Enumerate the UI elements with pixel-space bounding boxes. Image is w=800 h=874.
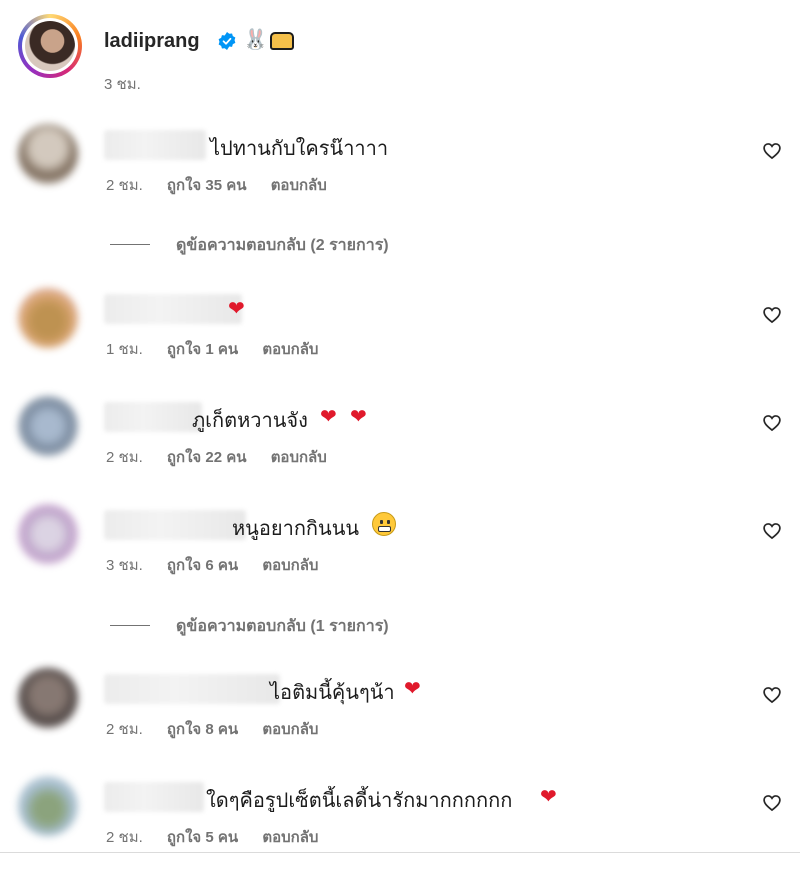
comment-text: ไอติมนี้คุ้นๆน้า [270, 682, 395, 704]
commenter-username-blurred[interactable] [104, 782, 204, 812]
heart-outline-icon[interactable] [762, 305, 782, 325]
comment-item: ใดๆคือรูปเซ็ตนี้เลดี้น่ารักมากกกกกก ❤ 2 … [18, 776, 798, 856]
comment-item: ไอติมนี้คุ้นๆน้า ❤ 2 ชม. ถูกใจ 8 คน ตอบก… [18, 668, 798, 748]
reply-button[interactable]: ตอบกลับ [271, 177, 327, 194]
verified-badge-icon [218, 32, 236, 50]
reply-button[interactable]: ตอบกลับ [262, 341, 318, 358]
comment-meta: 2 ชม. ถูกใจ 8 คน ตอบกลับ [106, 717, 338, 741]
red-heart-emoji-icon: ❤ [228, 298, 245, 320]
comment-item: ❤ 1 ชม. ถูกใจ 1 คน ตอบกลับ [18, 288, 798, 368]
heart-outline-icon[interactable] [762, 685, 782, 705]
reply-button[interactable]: ตอบกลับ [271, 449, 327, 466]
comment-meta: 2 ชม. ถูกใจ 35 คน ตอบกลับ [106, 173, 347, 197]
comment-meta: 1 ชม. ถูกใจ 1 คน ตอบกลับ [106, 337, 338, 361]
comment-text: ใดๆคือรูปเซ็ตนี้เลดี้น่ารักมากกกกกก [206, 790, 513, 812]
commenter-avatar[interactable] [18, 504, 78, 564]
commenter-username-blurred[interactable] [104, 294, 242, 324]
comment-time[interactable]: 3 ชม. [106, 557, 143, 574]
comment-item: หนูอยากกินนน 3 ชม. ถูกใจ 6 คน ตอบกลับ [18, 504, 798, 584]
comment-likes[interactable]: ถูกใจ 6 คน [167, 557, 238, 574]
red-heart-emoji-icon: ❤ [320, 406, 337, 428]
view-replies-label: ดูข้อความตอบกลับ (2 รายการ) [176, 237, 389, 254]
comment-likes[interactable]: ถูกใจ 35 คน [167, 177, 247, 194]
post-time[interactable]: 3 ชม. [104, 72, 141, 96]
commenter-username-blurred[interactable] [104, 674, 280, 704]
reply-button[interactable]: ตอบกลับ [262, 721, 318, 738]
comment-time[interactable]: 2 ชม. [106, 449, 143, 466]
comment-item: ไปทานกับใครน๊าาาา 2 ชม. ถูกใจ 35 คน ตอบก… [18, 124, 798, 204]
comment-likes[interactable]: ถูกใจ 5 คน [167, 829, 238, 846]
bottom-divider [0, 852, 800, 853]
owner-avatar[interactable] [18, 14, 82, 78]
red-heart-emoji-icon: ❤ [540, 786, 557, 808]
heart-outline-icon[interactable] [762, 141, 782, 161]
heart-outline-icon[interactable] [762, 793, 782, 813]
owner-username[interactable]: ladiiprang [104, 30, 200, 53]
red-heart-emoji-icon: ❤ [404, 678, 421, 700]
comment-time[interactable]: 1 ชม. [106, 341, 143, 358]
comment-likes[interactable]: ถูกใจ 22 คน [167, 449, 247, 466]
post-owner-header: ladiiprang 🐰 3 ชม. [18, 14, 798, 104]
comment-time[interactable]: 2 ชม. [106, 829, 143, 846]
commenter-avatar[interactable] [18, 288, 78, 348]
commenter-avatar[interactable] [18, 668, 78, 728]
commenter-username-blurred[interactable] [104, 510, 246, 540]
comment-text: ไปทานกับใครน๊าาาา [210, 138, 389, 160]
comment-meta: 2 ชม. ถูกใจ 5 คน ตอบกลับ [106, 825, 338, 849]
red-heart-emoji-icon: ❤ [350, 406, 367, 428]
divider-line [110, 625, 150, 626]
heart-outline-icon[interactable] [762, 521, 782, 541]
comment-item: ภูเก็ตหวานจัง ❤ ❤ 2 ชม. ถูกใจ 22 คน ตอบก… [18, 396, 798, 476]
commenter-username-blurred[interactable] [104, 130, 206, 160]
comment-meta: 3 ชม. ถูกใจ 6 คน ตอบกลับ [106, 553, 338, 577]
divider-line [110, 244, 150, 245]
commenter-avatar[interactable] [18, 396, 78, 456]
rabbit-emoji-icon: 🐰 [243, 29, 268, 51]
comment-time[interactable]: 2 ชม. [106, 721, 143, 738]
reply-button[interactable]: ตอบกลับ [262, 557, 318, 574]
commenter-username-blurred[interactable] [104, 402, 202, 432]
view-replies-label: ดูข้อความตอบกลับ (1 รายการ) [176, 618, 389, 635]
bread-emoji-icon [270, 32, 294, 50]
reply-button[interactable]: ตอบกลับ [262, 829, 318, 846]
comment-likes[interactable]: ถูกใจ 8 คน [167, 721, 238, 738]
heart-outline-icon[interactable] [762, 413, 782, 433]
comment-text: ภูเก็ตหวานจัง [192, 410, 308, 432]
grimacing-face-emoji-icon [372, 512, 396, 536]
comment-likes[interactable]: ถูกใจ 1 คน [167, 341, 238, 358]
commenter-avatar[interactable] [18, 124, 78, 184]
commenter-avatar[interactable] [18, 776, 78, 836]
comment-text: หนูอยากกินนน [232, 518, 360, 540]
comment-meta: 2 ชม. ถูกใจ 22 คน ตอบกลับ [106, 445, 347, 469]
comment-time[interactable]: 2 ชม. [106, 177, 143, 194]
